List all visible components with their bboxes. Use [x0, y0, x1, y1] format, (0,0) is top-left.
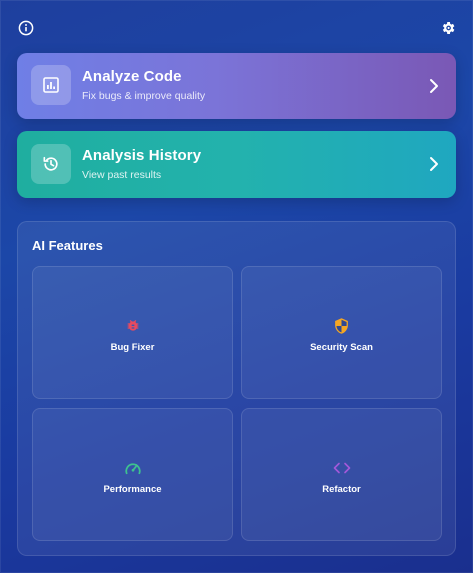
- card-title: Analyze Code: [82, 68, 182, 85]
- tile-label: Refactor: [322, 484, 361, 495]
- bug-icon: [123, 316, 143, 336]
- card-icon-box: [31, 65, 71, 105]
- refactor-tile[interactable]: Refactor: [241, 408, 442, 541]
- gear-icon: [442, 22, 455, 34]
- section-title: AI Features: [32, 238, 103, 253]
- card-subtitle: Fix bugs & improve quality: [82, 90, 206, 102]
- speedometer-icon: [123, 458, 143, 478]
- settings-button[interactable]: [438, 18, 458, 38]
- app-window: Analyze Code Fix bugs & improve quality …: [0, 0, 473, 573]
- shield-icon: [332, 316, 352, 336]
- chevron-right-icon: [428, 77, 440, 95]
- code-icon: [332, 458, 352, 478]
- performance-tile[interactable]: Performance: [32, 408, 233, 541]
- card-icon-box: [31, 144, 71, 184]
- card-title: Analysis History: [82, 147, 202, 164]
- ai-features-panel: AI Features Bug Fixer Security Scan Perf…: [17, 221, 456, 556]
- history-icon: [43, 156, 58, 171]
- card-subtitle: View past results: [82, 169, 162, 181]
- chart-icon: [43, 77, 59, 93]
- analysis-history-card[interactable]: Analysis History View past results: [17, 131, 456, 198]
- info-button[interactable]: [16, 18, 36, 38]
- chevron-right-icon: [428, 155, 440, 173]
- info-icon: [18, 20, 34, 36]
- tile-label: Bug Fixer: [110, 342, 155, 353]
- analyze-code-card[interactable]: Analyze Code Fix bugs & improve quality: [17, 53, 456, 119]
- tile-label: Performance: [103, 484, 162, 495]
- top-bar: [1, 1, 473, 53]
- bug-fixer-tile[interactable]: Bug Fixer: [32, 266, 233, 399]
- security-scan-tile[interactable]: Security Scan: [241, 266, 442, 399]
- tile-label: Security Scan: [310, 342, 373, 353]
